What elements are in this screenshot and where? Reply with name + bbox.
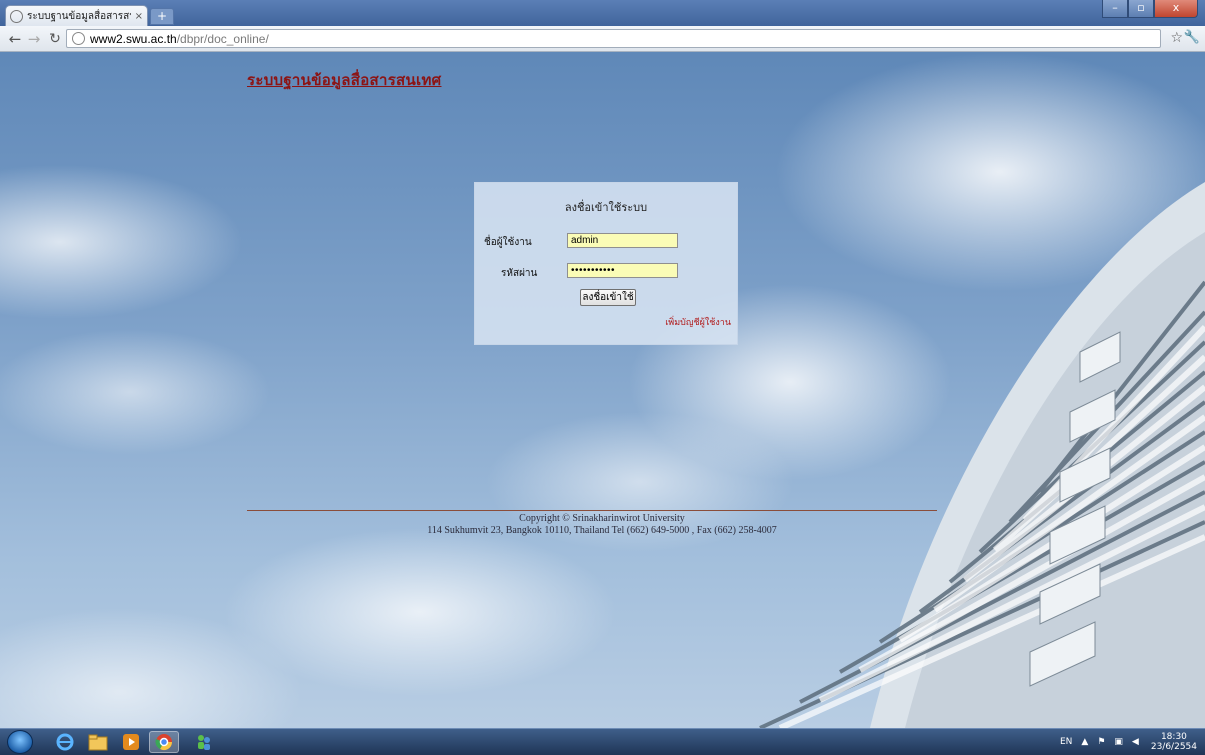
site-title-link[interactable]: ระบบฐานข้อมูลสื่อสารสนเทศ bbox=[247, 68, 442, 92]
browser-tab[interactable]: ระบบฐานข้อมูลสื่อสารสนเทศเพื่อ × bbox=[5, 5, 148, 26]
login-button[interactable]: ลงชื่อเข้าใช้ bbox=[580, 289, 636, 306]
browser-titlebar: ระบบฐานข้อมูลสื่อสารสนเทศเพื่อ × + – ▫ x bbox=[0, 0, 1205, 26]
tab-title: ระบบฐานข้อมูลสื่อสารสนเทศเพื่อ bbox=[27, 10, 131, 22]
page-favicon-icon bbox=[10, 9, 23, 23]
clock-date: 23/6/2554 bbox=[1150, 742, 1197, 752]
windows-explorer-icon[interactable] bbox=[83, 731, 113, 753]
language-indicator[interactable]: EN bbox=[1060, 737, 1072, 747]
network-icon[interactable]: ▣ bbox=[1114, 737, 1123, 747]
username-input[interactable]: admin bbox=[567, 233, 678, 248]
login-heading: ลงชื่อเข้าใช้ระบบ bbox=[564, 201, 648, 214]
msn-messenger-icon[interactable] bbox=[189, 731, 219, 753]
action-center-flag-icon[interactable]: ⚑ bbox=[1097, 737, 1105, 747]
footer-copyright: Copyright © Srinakharinwirot University bbox=[519, 513, 685, 524]
browser-toolbar: ← → ↻ www2.swu.ac.th /dbpr/doc_online/ ☆… bbox=[0, 26, 1205, 52]
clock-time: 18:30 bbox=[1160, 732, 1187, 742]
bookmark-star-icon[interactable]: ☆ bbox=[1170, 30, 1183, 46]
login-panel: ลงชื่อเข้าใช้ระบบ ชื่อผู้ใช้งาน admin รห… bbox=[474, 182, 738, 345]
footer-address: 114 Sukhumvit 23, Bangkok 10110, Thailan… bbox=[427, 525, 777, 536]
internet-explorer-icon[interactable] bbox=[50, 731, 80, 753]
system-clock[interactable]: 18:30 23/6/2554 bbox=[1151, 732, 1197, 752]
globe-icon bbox=[72, 32, 85, 45]
address-bar[interactable]: www2.swu.ac.th /dbpr/doc_online/ bbox=[66, 29, 1161, 48]
password-label: รหัสผ่าน bbox=[501, 268, 538, 279]
chrome-icon[interactable] bbox=[149, 731, 179, 753]
maximize-button[interactable]: ▫ bbox=[1128, 0, 1154, 18]
media-player-icon[interactable] bbox=[116, 731, 146, 753]
back-arrow-icon[interactable]: ← bbox=[6, 30, 24, 48]
create-account-link[interactable]: เพิ่มบัญชีผู้ใช้งาน bbox=[665, 315, 731, 329]
show-hidden-icons-icon[interactable]: ▲ bbox=[1081, 737, 1088, 747]
username-label: ชื่อผู้ใช้งาน bbox=[484, 237, 532, 248]
tab-close-icon[interactable]: × bbox=[135, 11, 143, 22]
url-path: /dbpr/doc_online/ bbox=[176, 31, 269, 46]
forward-arrow-icon[interactable]: → bbox=[25, 30, 43, 48]
windows-start-icon[interactable] bbox=[7, 730, 33, 754]
window-controls: – ▫ x bbox=[1102, 0, 1198, 18]
volume-icon[interactable]: ◀ bbox=[1132, 737, 1139, 747]
building-background-image bbox=[759, 182, 1205, 728]
password-input[interactable]: ••••••••••• bbox=[567, 263, 678, 278]
page-viewport: ระบบฐานข้อมูลสื่อสารสนเทศ ลงชื่อเข้าใช้ร… bbox=[0, 52, 1205, 728]
system-tray: EN ▲ ⚑ ▣ ◀ 18:30 23/6/2554 bbox=[1051, 732, 1197, 752]
minimize-button[interactable]: – bbox=[1102, 0, 1128, 18]
close-window-button[interactable]: x bbox=[1154, 0, 1198, 18]
url-host: www2.swu.ac.th bbox=[90, 31, 177, 46]
reload-icon[interactable]: ↻ bbox=[46, 30, 64, 48]
taskbar: EN ▲ ⚑ ▣ ◀ 18:30 23/6/2554 bbox=[0, 728, 1205, 755]
footer-divider bbox=[247, 510, 937, 511]
new-tab-button[interactable]: + bbox=[150, 8, 174, 25]
wrench-menu-icon[interactable]: 🔧 bbox=[1184, 30, 1200, 45]
